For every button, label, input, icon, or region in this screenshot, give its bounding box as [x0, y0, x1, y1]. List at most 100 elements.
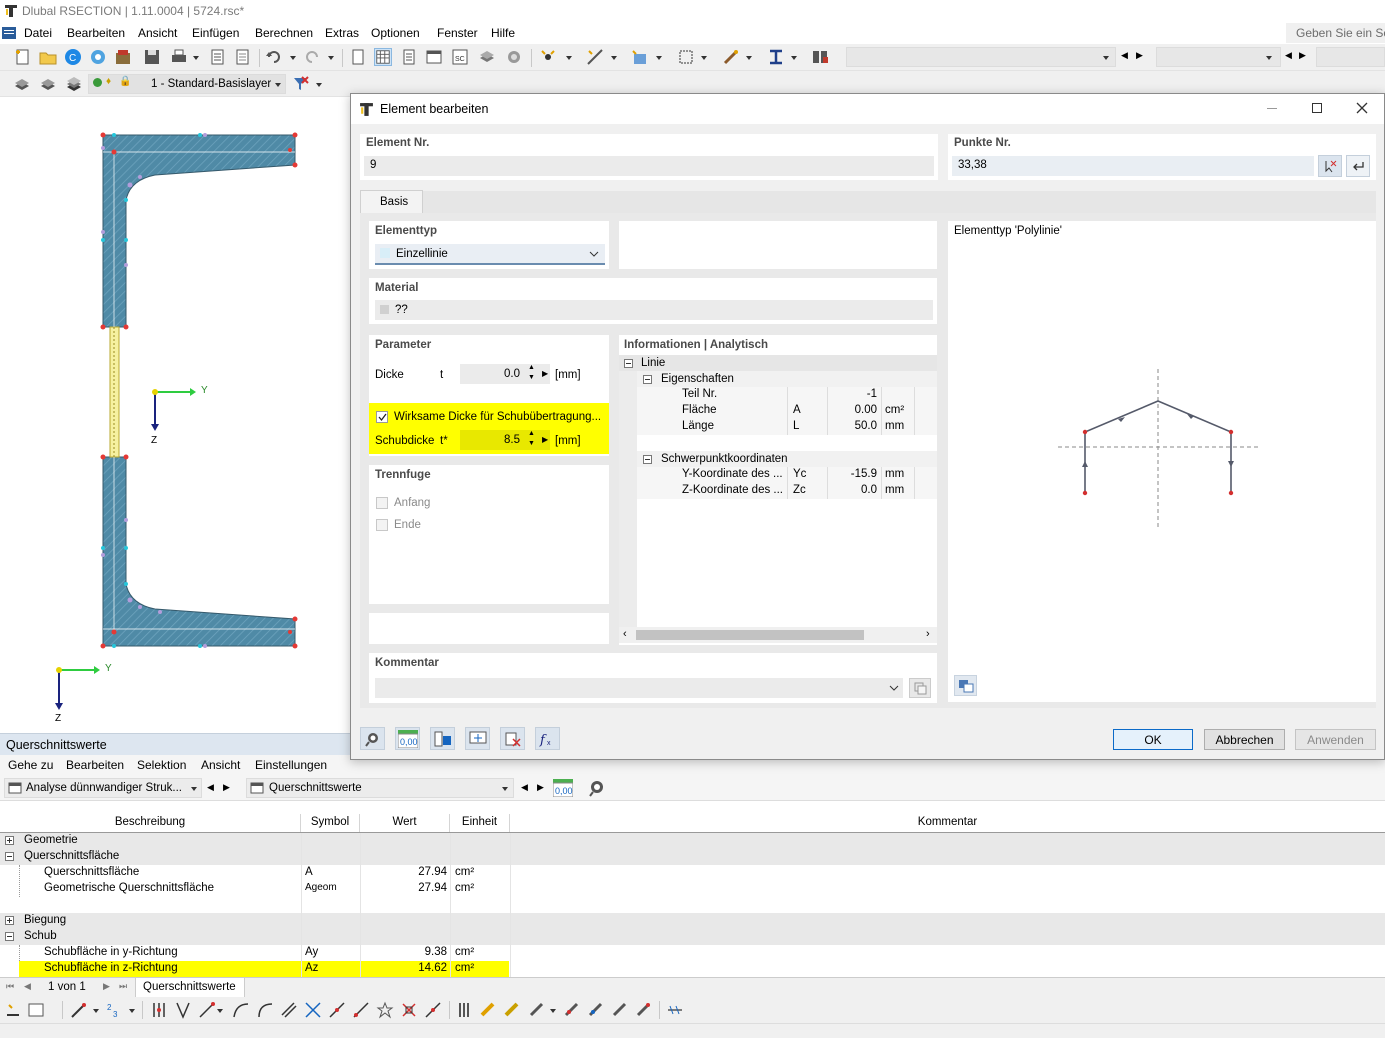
qs-menu-selektion[interactable]: Selektion: [137, 758, 186, 772]
values-select[interactable]: Querschnittswerte: [246, 778, 514, 798]
select-points-button[interactable]: [1318, 155, 1342, 177]
tab-querschnittswerte[interactable]: Querschnittswerte: [135, 978, 245, 998]
scroll-left-icon[interactable]: ‹: [623, 628, 627, 640]
dicke-input[interactable]: 0.0 ▲ ▼ ▶: [460, 364, 550, 384]
schubdicke-spin-down-icon[interactable]: ▼: [528, 440, 535, 447]
formula-button[interactable]: fx: [535, 727, 560, 750]
schubdicke-spin-up-icon[interactable]: ▲: [528, 430, 535, 437]
col-kommentar[interactable]: Kommentar: [510, 814, 1385, 832]
qs-menu-einstellungen[interactable]: Einstellungen: [255, 758, 327, 772]
tree-eigenschaften[interactable]: Eigenschaften: [637, 371, 937, 387]
cloud-icon[interactable]: C: [64, 48, 82, 66]
col-einheit[interactable]: Einheit: [450, 814, 510, 832]
expand-icon[interactable]: [5, 916, 14, 925]
schubdicke-next-icon[interactable]: ▶: [542, 435, 548, 444]
tree-linie[interactable]: Linie: [619, 355, 937, 371]
print-dropdown-icon[interactable]: [193, 56, 199, 60]
dimension-icon[interactable]: [767, 48, 785, 66]
wirksame-label[interactable]: Wirksame Dicke für Schubübertragung...: [394, 411, 601, 423]
toolbar-combo-3[interactable]: [1316, 47, 1385, 67]
col-beschreibung[interactable]: Beschreibung: [0, 814, 301, 832]
help-button[interactable]: [360, 727, 385, 750]
group-biegung[interactable]: Biegung: [0, 913, 1385, 929]
section-drawing-area[interactable]: Y Z Y Z: [0, 97, 350, 733]
menu-fenster[interactable]: Fenster: [437, 26, 478, 40]
units-button[interactable]: [430, 727, 455, 750]
view-button[interactable]: [465, 727, 490, 750]
redo-dropdown-icon[interactable]: [328, 56, 334, 60]
network-icon[interactable]: [400, 1001, 418, 1019]
menu-optionen[interactable]: Optionen: [371, 26, 420, 40]
decimal-button[interactable]: 0,00: [395, 727, 420, 750]
info-hscrollbar[interactable]: ‹ ›: [619, 627, 937, 643]
layer-select[interactable]: ♦ 🔒 1 - Standard-Basislayer: [88, 74, 286, 94]
part-dropdown-icon[interactable]: [656, 56, 662, 60]
new-line-icon[interactable]: [586, 48, 604, 66]
delete-button[interactable]: [500, 727, 525, 750]
last-page-icon[interactable]: ⏭: [119, 981, 127, 992]
star-icon[interactable]: [376, 1001, 394, 1019]
wirksame-checkbox[interactable]: [376, 411, 388, 423]
menu-ansicht[interactable]: Ansicht: [138, 26, 177, 40]
toolbar-combo-1[interactable]: [846, 47, 1116, 67]
numbering-icon[interactable]: 23: [106, 1001, 124, 1019]
preview-settings-button[interactable]: [954, 675, 977, 696]
select-dropdown-icon[interactable]: [701, 56, 707, 60]
scroll-right-icon[interactable]: ›: [926, 628, 930, 640]
punkte-nr-field[interactable]: 33,38: [952, 156, 1314, 176]
dicke-spin-down-icon[interactable]: ▼: [528, 374, 535, 381]
menu-einfuegen[interactable]: Einfügen: [192, 26, 239, 40]
project-icon[interactable]: [114, 48, 132, 66]
collapse-icon[interactable]: [643, 375, 652, 384]
close-icon[interactable]: [1356, 102, 1368, 114]
menu-extras[interactable]: Extras: [325, 26, 359, 40]
menu-datei[interactable]: Datei: [24, 26, 52, 40]
spline-icon[interactable]: [174, 1001, 192, 1019]
anfang-checkbox[interactable]: [376, 497, 388, 509]
channel-section-graphic[interactable]: [0, 97, 350, 733]
menu-berechnen[interactable]: Berechnen: [255, 26, 313, 40]
combo-1-prev-icon[interactable]: ◀: [1121, 50, 1128, 61]
intersect-icon[interactable]: [304, 1001, 322, 1019]
document-icon[interactable]: [233, 48, 251, 66]
layer-manage-icon[interactable]: [65, 75, 83, 93]
values-next-icon[interactable]: ▶: [537, 782, 544, 793]
material-field[interactable]: ??: [375, 300, 933, 320]
collapse-icon[interactable]: [624, 359, 633, 368]
menu-hilfe[interactable]: Hilfe: [491, 26, 515, 40]
arc-icon[interactable]: [198, 1001, 216, 1019]
wand-icon[interactable]: [722, 48, 740, 66]
toolbar-combo-2[interactable]: [1156, 47, 1281, 67]
reverse-points-button[interactable]: [1346, 155, 1370, 177]
circle-arc-icon[interactable]: [256, 1001, 274, 1019]
render-icon[interactable]: [505, 48, 523, 66]
filter-dropdown-icon[interactable]: [316, 83, 322, 87]
tree-schwerpunkt[interactable]: Schwerpunktkoordinaten: [637, 451, 937, 467]
collapse-icon[interactable]: [5, 932, 14, 941]
analysis-prev-icon[interactable]: ◀: [207, 782, 214, 793]
decimal-places-icon[interactable]: 0,00: [553, 779, 573, 797]
open-folder-icon[interactable]: [39, 48, 57, 66]
tab-basis[interactable]: Basis: [360, 190, 423, 213]
menu-bearbeiten[interactable]: Bearbeiten: [67, 26, 125, 40]
scroll-thumb[interactable]: [636, 630, 864, 640]
snap-point-icon[interactable]: [5, 1001, 23, 1019]
next-page-icon[interactable]: ▶: [103, 981, 110, 992]
combo-1-next-icon[interactable]: ▶: [1136, 50, 1143, 61]
collapse-icon[interactable]: [643, 455, 652, 464]
maximize-icon[interactable]: [1312, 103, 1322, 113]
save-icon[interactable]: [143, 48, 161, 66]
prev-page-icon[interactable]: ◀: [24, 981, 31, 992]
select-icon[interactable]: [677, 48, 695, 66]
draw-line-icon[interactable]: [70, 1001, 88, 1019]
undo-icon[interactable]: [265, 48, 283, 66]
trim-icon[interactable]: [424, 1001, 442, 1019]
layer-stack-icon[interactable]: [13, 75, 31, 93]
layer-edit-icon[interactable]: [39, 75, 57, 93]
table-row[interactable]: Querschnittsfläche A 27.94 cm²: [0, 865, 1385, 897]
fill-icon[interactable]: [479, 1001, 497, 1019]
qs-menu-ansicht[interactable]: Ansicht: [201, 758, 240, 772]
combo-2-next-icon[interactable]: ▶: [1299, 50, 1306, 61]
expand-icon[interactable]: [5, 836, 14, 845]
help-search-input[interactable]: Geben Sie ein Sch: [1286, 23, 1385, 43]
